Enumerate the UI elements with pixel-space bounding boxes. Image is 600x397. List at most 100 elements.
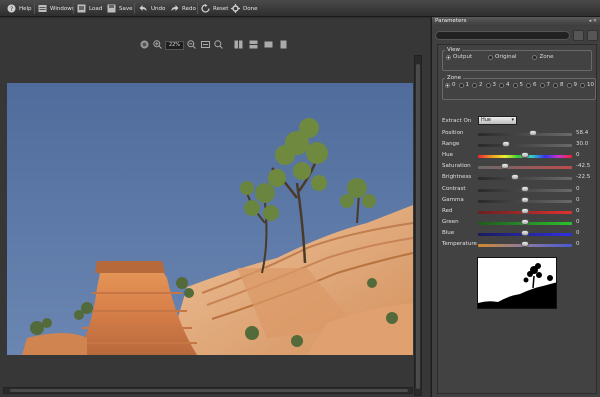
radio-icon — [566, 82, 572, 88]
zone-option-0[interactable]: 0 — [445, 82, 456, 88]
blue-label: Blue — [442, 229, 455, 236]
viewer-toolbar: 22% — [0, 38, 430, 54]
temperature-slider-row: Temperature 0 — [442, 240, 597, 250]
green-label: Green — [442, 218, 459, 225]
main-toolbar: ? Help Windows Load Save Undo Redo Reset… — [0, 0, 600, 17]
view-option-output[interactable]: Output — [446, 54, 472, 60]
position-slider-row: Position 58.4 — [442, 129, 597, 139]
zone-option-5[interactable]: 5 — [512, 82, 523, 88]
contrast-label: Contrast — [442, 185, 466, 192]
extract-on-label: Extract On — [442, 118, 472, 124]
horizontal-scrollbar[interactable] — [3, 387, 413, 394]
help-button[interactable]: ? Help — [7, 2, 32, 15]
zone-option-7[interactable]: 7 — [539, 82, 550, 88]
redo-icon — [170, 4, 179, 13]
red-label: Red — [442, 207, 453, 214]
zone-option-10[interactable]: 10 — [580, 82, 594, 88]
gamma-slider-thumb[interactable] — [521, 196, 529, 203]
green-slider-thumb[interactable] — [521, 218, 529, 225]
temperature-slider-thumb[interactable] — [521, 241, 529, 247]
load-button[interactable]: Load — [77, 2, 102, 15]
refresh-preset-button[interactable] — [587, 30, 598, 41]
redo-button[interactable]: Redo — [170, 2, 196, 15]
panel-title: Parameters — [435, 18, 467, 24]
temperature-value: 0 — [576, 241, 580, 247]
zone-option-3[interactable]: 3 — [485, 82, 496, 88]
radio-icon — [458, 82, 464, 88]
range-slider[interactable] — [478, 144, 572, 148]
radio-icon — [488, 54, 494, 60]
extract-on-row: Extract On Hue ▾ — [442, 116, 597, 126]
red-slider-thumb[interactable] — [521, 207, 529, 214]
radio-icon — [532, 54, 538, 60]
zone-option-2[interactable]: 2 — [472, 82, 483, 88]
hue-slider-row: Hue 0 — [442, 151, 597, 161]
vertical-scrollbar[interactable] — [414, 55, 422, 396]
done-button[interactable]: Done — [231, 2, 257, 15]
range-slider-thumb[interactable] — [502, 141, 511, 148]
vertical-scroll-thumb[interactable] — [416, 64, 420, 389]
undo-icon — [139, 4, 148, 13]
hue-slider-thumb[interactable] — [521, 152, 529, 159]
view-option-original[interactable]: Original — [488, 54, 517, 60]
position-slider-thumb[interactable] — [528, 130, 537, 136]
contrast-value: 0 — [576, 185, 580, 192]
brightness-slider-thumb[interactable] — [510, 174, 519, 181]
view-legend: View — [447, 47, 461, 53]
extract-on-select[interactable]: Hue ▾ — [478, 116, 517, 125]
zoom-level[interactable]: 22% — [165, 41, 184, 50]
panel-title-bar: Parameters ◂ ✕ — [432, 17, 600, 26]
mask-preview — [477, 257, 557, 309]
view-option-zone[interactable]: Zone — [532, 54, 554, 60]
windows-icon — [38, 4, 47, 13]
blue-slider-thumb[interactable] — [521, 229, 529, 236]
toolbar-divider — [73, 3, 74, 14]
radio-icon — [553, 82, 558, 88]
zoom-tool-icon[interactable] — [214, 40, 223, 49]
single-view-icon[interactable] — [264, 40, 273, 49]
image-viewer: 22% — [0, 18, 430, 397]
green-value: 0 — [576, 218, 580, 225]
toolbar-divider — [134, 3, 135, 14]
contrast-slider-row: Contrast 0 — [442, 185, 597, 195]
fit-width-icon[interactable] — [201, 40, 210, 49]
radio-icon — [472, 82, 477, 88]
photo-canvas[interactable] — [7, 83, 413, 355]
preset-field[interactable] — [435, 31, 570, 40]
windows-button[interactable]: Windows — [38, 2, 75, 15]
saturation-slider-row: Saturation -42.5 — [442, 162, 597, 172]
panel-close-icon[interactable]: ◂ ✕ — [589, 17, 597, 26]
brightness-value: -22.5 — [576, 174, 591, 181]
zone-option-4[interactable]: 4 — [499, 82, 510, 88]
zoom-out-icon[interactable] — [187, 40, 196, 49]
temperature-label: Temperature — [442, 241, 477, 247]
parameters-content: View Output Original Zone Zone 012345678… — [437, 44, 597, 394]
full-view-icon[interactable] — [279, 40, 288, 49]
load-icon — [77, 4, 86, 13]
toolbar-divider — [197, 3, 198, 14]
zone-option-9[interactable]: 9 — [566, 82, 577, 88]
zone-option-8[interactable]: 8 — [553, 82, 564, 88]
contrast-slider-thumb[interactable] — [521, 185, 529, 192]
reset-button[interactable]: Reset — [201, 2, 228, 15]
saturation-slider[interactable] — [478, 166, 572, 170]
split-vertical-icon[interactable] — [234, 40, 243, 49]
position-value: 58.4 — [576, 130, 589, 136]
position-label: Position — [442, 130, 464, 136]
save-button[interactable]: Save — [107, 2, 133, 15]
brightness-slider[interactable] — [478, 177, 572, 181]
zone-option-1[interactable]: 1 — [458, 82, 469, 88]
save-preset-button[interactable] — [573, 30, 584, 41]
split-horizontal-icon[interactable] — [249, 40, 258, 49]
blue-value: 0 — [576, 229, 580, 236]
horizontal-scroll-thumb[interactable] — [10, 389, 408, 392]
radio-icon — [580, 82, 585, 88]
radio-selected-icon — [445, 82, 450, 88]
radio-icon — [499, 82, 504, 88]
zone-option-6[interactable]: 6 — [526, 82, 537, 88]
undo-button[interactable]: Undo — [139, 2, 165, 15]
position-slider[interactable] — [478, 133, 572, 136]
green-slider-row: Green 0 — [442, 218, 597, 228]
fit-icon[interactable] — [140, 40, 149, 49]
zoom-in-icon[interactable] — [153, 40, 162, 49]
